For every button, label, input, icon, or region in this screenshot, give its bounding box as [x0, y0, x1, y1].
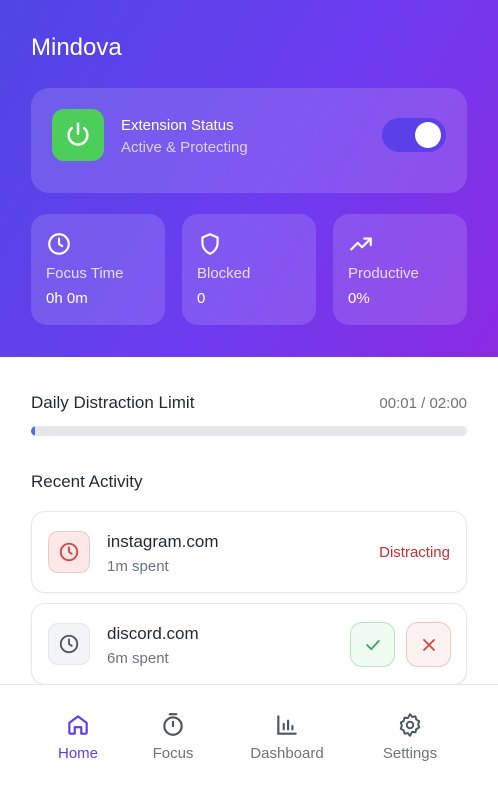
app-title: Mindova	[31, 34, 122, 61]
activity-icon-box	[48, 531, 90, 573]
nav-item-focus[interactable]: Focus	[118, 712, 228, 762]
status-subtitle: Active & Protecting	[121, 139, 248, 156]
timer-icon	[163, 713, 183, 736]
trending-up-icon	[350, 237, 372, 251]
status-title: Extension Status	[121, 117, 234, 134]
header: Mindova Extension Status Active & Protec…	[0, 0, 498, 357]
activity-item[interactable]: discord.com 6m spent	[31, 603, 467, 685]
activity-time: 1m spent	[107, 558, 169, 575]
stat-label: Focus Time	[46, 265, 124, 282]
extension-toggle[interactable]	[382, 118, 446, 152]
stat-label: Productive	[348, 265, 419, 282]
nav-item-home[interactable]: Home	[23, 712, 133, 762]
daily-limit-progress	[31, 426, 467, 436]
daily-limit-title: Daily Distraction Limit	[31, 393, 195, 412]
clock-icon	[48, 233, 70, 255]
stat-value: 0	[197, 290, 206, 307]
gear-icon	[399, 713, 421, 737]
stat-card-productive: Productive 0%	[333, 214, 467, 325]
stat-value: 0h 0m	[46, 290, 88, 307]
daily-limit-time: 00:01 / 02:00	[379, 395, 467, 412]
activity-site: instagram.com	[107, 532, 219, 551]
nav-label: Settings	[382, 745, 438, 762]
nav-label: Focus	[152, 745, 194, 762]
nav-label: Home	[57, 745, 98, 762]
nav-item-settings[interactable]: Settings	[355, 712, 465, 762]
recent-activity-title: Recent Activity	[31, 472, 143, 491]
power-button[interactable]	[52, 109, 104, 161]
bottom-nav: Home Focus Dashboard Settings	[0, 684, 498, 790]
stat-label: Blocked	[197, 265, 251, 282]
activity-icon-box	[48, 623, 90, 665]
home-icon	[68, 715, 88, 735]
nav-label: Dashboard	[250, 745, 324, 762]
mark-distracting-button[interactable]	[406, 622, 451, 667]
clock-icon	[59, 542, 79, 562]
progress-fill	[31, 426, 35, 436]
toggle-knob	[415, 122, 441, 148]
check-icon	[365, 639, 380, 650]
stat-card-blocked: Blocked 0	[182, 214, 316, 325]
bar-chart-icon	[277, 715, 297, 735]
clock-icon	[59, 634, 79, 654]
stat-card-focus-time: Focus Time 0h 0m	[31, 214, 165, 325]
extension-status-card: Extension Status Active & Protecting	[31, 88, 467, 193]
close-icon	[422, 638, 435, 651]
nav-item-dashboard[interactable]: Dashboard	[232, 712, 342, 762]
activity-item[interactable]: instagram.com 1m spent Distracting	[31, 511, 467, 593]
stat-value: 0%	[348, 290, 370, 307]
activity-time: 6m spent	[107, 650, 169, 667]
distracting-badge: Distracting	[379, 544, 450, 561]
mark-productive-button[interactable]	[350, 622, 395, 667]
activity-site: discord.com	[107, 624, 199, 643]
power-icon	[67, 122, 89, 146]
shield-icon	[201, 233, 219, 255]
